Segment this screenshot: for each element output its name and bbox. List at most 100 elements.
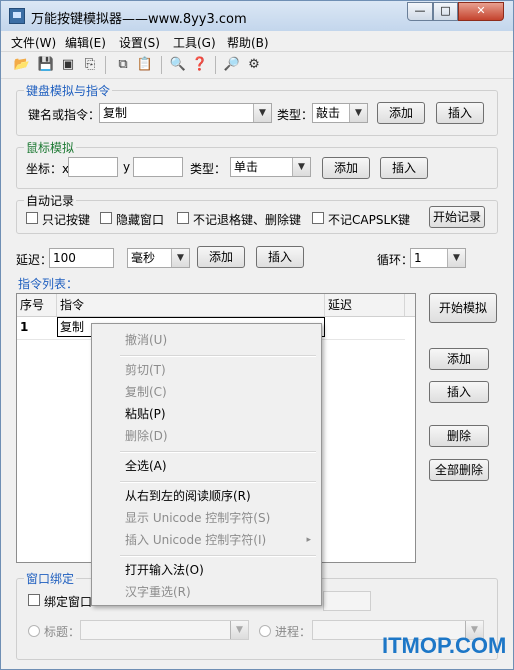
ctx-cut[interactable]: 剪切(T) bbox=[92, 359, 321, 381]
ctx-undo[interactable]: 撤消(U) bbox=[92, 329, 321, 351]
save-icon[interactable]: 💾 bbox=[37, 56, 55, 74]
list-insert-button[interactable]: 插入 bbox=[429, 381, 489, 403]
chevron-down-icon[interactable]: ▼ bbox=[349, 104, 367, 122]
key-type-combo[interactable]: 敲击 ▼ bbox=[312, 103, 368, 123]
toolbar-separator bbox=[215, 56, 216, 74]
hide-window-checkbox[interactable] bbox=[100, 212, 112, 224]
open-folder-icon[interactable]: 📂 bbox=[13, 56, 31, 74]
start-record-button[interactable]: 开始记录 bbox=[429, 206, 485, 228]
ctx-select-all[interactable]: 全选(A) bbox=[92, 455, 321, 477]
delay-add-button[interactable]: 添加 bbox=[197, 246, 245, 268]
search-icon[interactable]: 🔎 bbox=[223, 56, 241, 74]
chevron-down-icon[interactable]: ▼ bbox=[230, 621, 248, 639]
keyboard-add-button[interactable]: 添加 bbox=[377, 102, 425, 124]
keyboard-insert-button[interactable]: 插入 bbox=[436, 102, 484, 124]
paste-icon[interactable]: 📋 bbox=[136, 56, 154, 74]
list-delete-all-button[interactable]: 全部删除 bbox=[429, 459, 489, 481]
mouse-type-label: 类型： bbox=[190, 162, 227, 176]
mouse-type-combo[interactable]: 单击 ▼ bbox=[230, 157, 311, 177]
copy-icon[interactable]: ⧉ bbox=[114, 56, 132, 74]
toolbar-separator bbox=[105, 56, 106, 74]
delay-insert-button[interactable]: 插入 bbox=[256, 246, 304, 268]
window-title: 万能按键模拟器——www.8yy3.com bbox=[31, 12, 247, 27]
bind-extra-input[interactable] bbox=[323, 591, 371, 611]
process-radio[interactable] bbox=[259, 625, 271, 637]
autorecord-group-legend: 自动记录 bbox=[24, 192, 77, 209]
only-keys-label: 只记按键 bbox=[42, 213, 91, 227]
coord-x-input[interactable] bbox=[68, 157, 118, 177]
only-keys-checkbox[interactable] bbox=[26, 212, 38, 224]
chevron-down-icon[interactable]: ▼ bbox=[253, 104, 271, 122]
command-list-header: 序号 指令 延迟 bbox=[17, 294, 415, 317]
print-preview-icon[interactable]: 🔍 bbox=[169, 56, 187, 74]
ctx-separator bbox=[120, 451, 316, 453]
delay-input[interactable]: 100 bbox=[49, 248, 114, 268]
save-as-icon[interactable]: ▣ bbox=[59, 56, 77, 74]
chevron-down-icon[interactable]: ▼ bbox=[447, 249, 465, 267]
window-bind-legend: 窗口绑定 bbox=[24, 570, 77, 587]
hide-window-label: 隐藏窗口 bbox=[116, 213, 165, 227]
ctx-delete[interactable]: 删除(D) bbox=[92, 425, 321, 447]
skip-capslock-checkbox[interactable] bbox=[312, 212, 324, 224]
bind-window-label: 绑定窗口 bbox=[44, 595, 93, 609]
coord-x-label: 坐标：x bbox=[26, 162, 70, 176]
keyboard-group-legend: 键盘模拟与指令 bbox=[24, 82, 113, 99]
toolbar-separator bbox=[161, 56, 162, 74]
export-icon[interactable]: ⎘ bbox=[81, 56, 99, 74]
ctx-rtl-reading[interactable]: 从右到左的阅读顺序(R) bbox=[92, 485, 321, 507]
chevron-down-icon[interactable]: ▼ bbox=[292, 158, 310, 176]
key-type-label: 类型： bbox=[277, 108, 314, 122]
ctx-paste[interactable]: 粘贴(P) bbox=[92, 403, 321, 425]
submenu-arrow-icon: ▸ bbox=[306, 535, 311, 545]
watermark-logo: ITMOP.COM bbox=[382, 633, 507, 658]
help-icon[interactable]: ❓ bbox=[191, 56, 209, 74]
context-menu: 撤消(U) 剪切(T) 复制(C) 粘贴(P) 删除(D) 全选(A) 从右到左… bbox=[91, 323, 322, 606]
ctx-insert-unicode-label: 插入 Unicode 控制字符(I) bbox=[125, 533, 267, 547]
list-delete-button[interactable]: 删除 bbox=[429, 425, 489, 447]
key-name-label: 键名或指令： bbox=[28, 108, 101, 122]
close-button[interactable]: ✕ bbox=[458, 2, 504, 21]
ctx-reconversion[interactable]: 汉字重选(R) bbox=[92, 581, 321, 603]
mouse-type-value: 单击 bbox=[234, 160, 259, 174]
coord-y-input[interactable] bbox=[133, 157, 183, 177]
menu-file[interactable]: 文件(W) bbox=[11, 34, 56, 51]
run-icon[interactable]: ⚙ bbox=[245, 56, 263, 74]
delay-label: 延迟： bbox=[16, 253, 53, 267]
mouse-insert-button[interactable]: 插入 bbox=[380, 157, 428, 179]
minimize-button[interactable]: — bbox=[407, 2, 433, 21]
title-radio[interactable] bbox=[28, 625, 40, 637]
menu-bar: 文件(W) 编辑(E) 设置(S) 工具(G) 帮助(B) bbox=[1, 31, 513, 52]
header-index[interactable]: 序号 bbox=[17, 294, 57, 316]
list-add-button[interactable]: 添加 bbox=[429, 348, 489, 370]
header-command[interactable]: 指令 bbox=[57, 294, 325, 316]
ctx-insert-unicode[interactable]: 插入 Unicode 控制字符(I) ▸ bbox=[92, 529, 321, 551]
process-label: 进程： bbox=[275, 625, 312, 639]
menu-edit[interactable]: 编辑(E) bbox=[65, 34, 106, 51]
mouse-group-legend: 鼠标模拟 bbox=[24, 139, 77, 156]
ctx-copy[interactable]: 复制(C) bbox=[92, 381, 321, 403]
menu-tools[interactable]: 工具(G) bbox=[173, 34, 216, 51]
skip-backspace-checkbox[interactable] bbox=[177, 212, 189, 224]
loop-label: 循环： bbox=[377, 253, 414, 267]
bind-window-checkbox[interactable] bbox=[28, 594, 40, 606]
start-simulation-button[interactable]: 开始模拟 bbox=[429, 293, 497, 323]
title-combo[interactable]: ▼ bbox=[80, 620, 249, 640]
mouse-add-button[interactable]: 添加 bbox=[322, 157, 370, 179]
ctx-open-ime[interactable]: 打开输入法(O) bbox=[92, 559, 321, 581]
toolbar: 📂 💾 ▣ ⎘ ⧉ 📋 🔍 ❓ 🔎 ⚙ bbox=[1, 52, 513, 79]
app-icon bbox=[9, 8, 25, 24]
menu-help[interactable]: 帮助(B) bbox=[227, 34, 269, 51]
key-name-combo[interactable]: 复制 ▼ bbox=[99, 103, 272, 123]
header-delay[interactable]: 延迟 bbox=[325, 294, 405, 316]
loop-combo[interactable]: 1 ▼ bbox=[410, 248, 466, 268]
chevron-down-icon[interactable]: ▼ bbox=[171, 249, 189, 267]
ctx-show-unicode[interactable]: 显示 Unicode 控制字符(S) bbox=[92, 507, 321, 529]
delay-unit-value: 毫秒 bbox=[131, 251, 156, 265]
menu-settings[interactable]: 设置(S) bbox=[119, 34, 160, 51]
title-bar: 万能按键模拟器——www.8yy3.com — □ ✕ bbox=[1, 1, 513, 31]
command-list-label: 指令列表： bbox=[18, 277, 79, 291]
ctx-separator bbox=[120, 555, 316, 557]
delay-unit-combo[interactable]: 毫秒 ▼ bbox=[127, 248, 190, 268]
title-label: 标题： bbox=[44, 625, 81, 639]
maximize-button[interactable]: □ bbox=[433, 2, 458, 21]
